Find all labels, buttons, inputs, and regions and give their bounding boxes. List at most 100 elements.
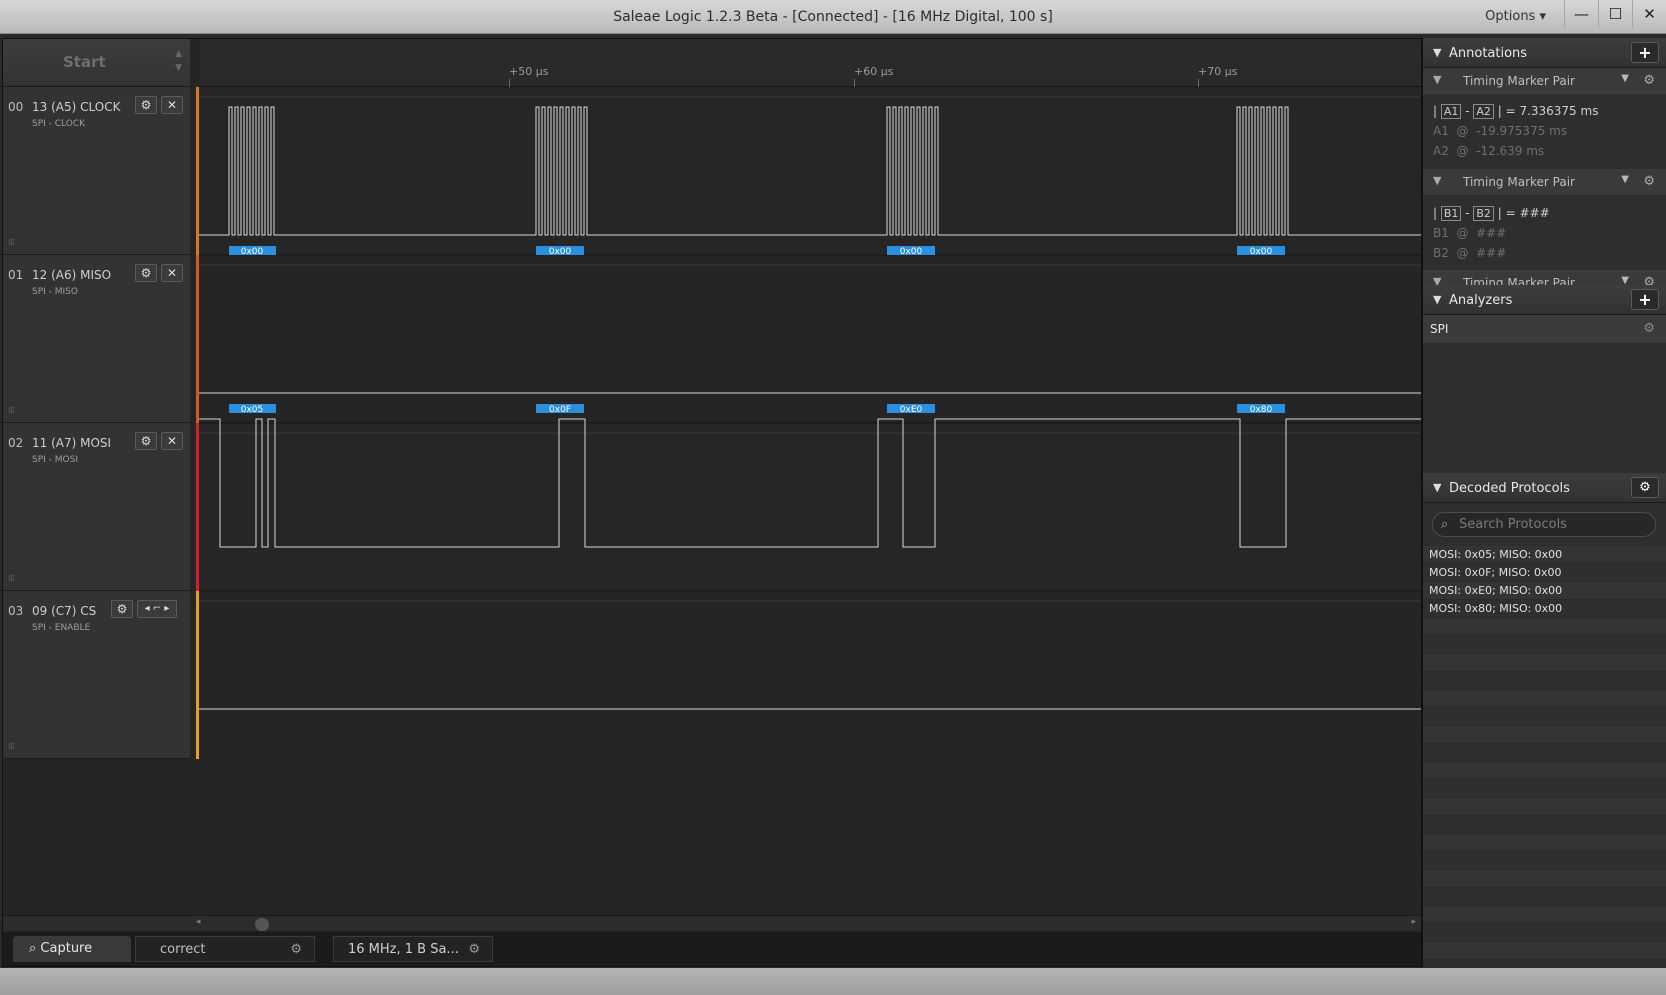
close-icon[interactable]: ✕ [161,432,183,450]
close-button[interactable]: ✕ [1632,0,1666,28]
decode-bubble-label: 0xE0 [900,405,923,415]
collapse-triangle-icon[interactable]: ▼ [1433,481,1441,494]
analyzer-item-spi[interactable]: SPI ⚙ [1423,315,1666,343]
marker-a2-box[interactable]: A2 [1473,104,1494,119]
scroll-thumb[interactable] [255,918,269,931]
gear-icon[interactable]: ⚙ [1643,321,1655,336]
scroll-left-icon[interactable]: ◂ [196,917,201,927]
empty-row [1423,888,1666,906]
add-annotation-button[interactable]: + [1631,42,1659,63]
marker-b2-row: B2 @ ### [1433,246,1507,260]
title-bar: Saleae Logic 1.2.3 Beta - [Connected] - … [0,0,1666,34]
search-protocols-input[interactable]: ⌕ Search Protocols [1432,512,1656,537]
chevron-down-icon[interactable]: ▼ [1621,275,1629,285]
close-icon[interactable]: ✕ [161,96,183,114]
ruler-tick: +70 µs [1198,65,1238,78]
drag-grip-icon[interactable]: ⁞⁞⁞ [8,742,15,752]
channel-number: 00 [8,100,24,114]
channel-color-bar [196,87,199,255]
channel-03[interactable]: 03 09 (C7) CS SPI - ENABLE ⚙ ◂ ⌐ ▸ ⁞⁞⁞ [3,591,190,759]
analyzer-name: SPI [1430,322,1449,336]
channel-number: 01 [8,268,24,282]
channel-color-bar [196,255,199,423]
timing-marker-pair-header[interactable]: ▼ Timing Marker Pair ▼ ⚙ [1423,169,1666,195]
channel-01[interactable]: 01 12 (A6) MISO SPI - MISO ⚙ ✕ ⁞⁞⁞ [3,255,190,423]
timing-marker-pair-header[interactable]: ▼ Timing Marker Pair ▼ ⚙ [1423,270,1666,285]
decode-bubble-label: 0x80 [1250,405,1273,415]
gear-icon[interactable]: ⚙ [1643,174,1655,189]
decoded-protocols-list: MOSI: 0x05; MISO: 0x00 MOSI: 0x0F; MISO:… [1423,546,1666,960]
marker-a1-row: A1 @ -19.975375 ms [1433,124,1568,138]
empty-row [1423,870,1666,888]
channel-00[interactable]: 00 13 (A5) CLOCK SPI - CLOCK ⚙ ✕ ⁞⁞⁞ [3,87,190,255]
marker-a1-time: -19.975375 ms [1476,124,1568,138]
channel-analyzer-label: SPI - MISO [32,287,78,297]
gear-icon[interactable]: ⚙ [135,96,157,114]
decoded-protocols-header[interactable]: ▼ Decoded Protocols ⚙ [1423,473,1666,503]
horizontal-scrollbar[interactable]: ◂ ▸ [3,915,1421,931]
gear-icon[interactable]: ⚙ [468,937,480,963]
annotations-header[interactable]: ▼ Annotations + [1423,38,1666,68]
capture-tab[interactable]: ⌕ Capture [13,936,131,962]
options-menu[interactable]: Options ▾ [1485,9,1546,24]
list-item[interactable]: MOSI: 0x05; MISO: 0x00 [1423,546,1666,564]
list-item[interactable]: MOSI: 0x80; MISO: 0x00 [1423,600,1666,618]
decoded-settings-button[interactable]: ⚙ [1631,477,1659,498]
status-bar [0,968,1666,995]
drag-grip-icon[interactable]: ⁞⁞⁞ [8,406,15,416]
analyzers-header[interactable]: ▼ Analyzers + [1423,285,1666,315]
drag-grip-icon[interactable]: ⁞⁞⁞ [8,574,15,584]
add-analyzer-button[interactable]: + [1631,289,1659,310]
window-title: Saleae Logic 1.2.3 Beta - [Connected] - … [613,9,1053,25]
row-bg-mosi [196,423,1421,591]
marker-diff-value: 7.336375 ms [1519,104,1599,118]
pin-icon: ▼ [1433,174,1442,187]
gear-icon[interactable]: ⚙ [290,937,302,963]
marker-a1-box[interactable]: A1 [1440,104,1462,119]
gear-icon[interactable]: ⚙ [135,432,157,450]
list-item[interactable]: MOSI: 0x0F; MISO: 0x00 [1423,564,1666,582]
timing-marker-pair-header[interactable]: ▼ Timing Marker Pair ▼ ⚙ [1423,68,1666,94]
session-tab[interactable]: 16 MHz, 1 B Sa... ⚙ [333,936,493,962]
gear-icon[interactable]: ⚙ [1643,73,1655,88]
time-ruler[interactable]: +50 µs +60 µs +70 µs [200,39,1421,87]
close-icon[interactable]: ✕ [161,264,183,282]
pin-icon: ▼ [1433,73,1442,86]
marker-b2-box[interactable]: B2 [1473,206,1494,221]
channel-name[interactable]: 11 (A7) MOSI [32,436,111,450]
trigger-selector[interactable]: ◂ ⌐ ▸ [137,600,177,618]
maximize-button[interactable]: ☐ [1598,0,1632,28]
right-sidebar: ▼ Annotations + ▼ Timing Marker Pair ▼ ⚙… [1422,38,1666,967]
channel-name[interactable]: 13 (A5) CLOCK [32,100,120,114]
chevron-down-icon[interactable]: ▼ [1621,174,1629,185]
search-icon: ⌕ [29,941,41,956]
empty-row [1423,672,1666,690]
list-item[interactable]: MOSI: 0xE0; MISO: 0x00 [1423,582,1666,600]
empty-row [1423,618,1666,636]
collapse-triangle-icon[interactable]: ▼ [1433,293,1441,306]
waveform-display[interactable]: 0x00 0x00 0x00 0x00 0x05 0x0F 0xE0 0x80 [196,87,1421,759]
marker-pair-label: Timing Marker Pair [1463,276,1575,285]
chevron-down-icon[interactable]: ▼ [1621,73,1629,84]
session-tab[interactable]: correct ⚙ [135,936,315,962]
start-arrows[interactable]: ▲ ▼ [175,47,182,75]
decode-bubble-label: 0x00 [900,247,923,257]
row-bg-cs [196,591,1421,759]
empty-row [1423,906,1666,924]
drag-grip-icon[interactable]: ⁞⁞⁞ [8,238,15,248]
collapse-triangle-icon[interactable]: ▼ [1433,46,1441,59]
gear-icon[interactable]: ⚙ [1643,275,1655,285]
marker-pair-label: Timing Marker Pair [1463,74,1575,88]
ruler-tick-line [854,79,855,87]
channel-name[interactable]: 12 (A6) MISO [32,268,111,282]
minimize-button[interactable]: — [1564,0,1598,28]
channel-02[interactable]: 02 11 (A7) MOSI SPI - MOSI ⚙ ✕ ⁞⁞⁞ [3,423,190,591]
scroll-right-icon[interactable]: ▸ [1411,917,1416,927]
marker-b1-box[interactable]: B1 [1440,206,1462,221]
gear-icon[interactable]: ⚙ [135,264,157,282]
session-tab-label: correct [160,942,206,957]
channel-name[interactable]: 09 (C7) CS [32,604,96,618]
start-button[interactable]: Start ▲ ▼ [3,39,190,87]
empty-row [1423,780,1666,798]
gear-icon[interactable]: ⚙ [111,600,133,618]
